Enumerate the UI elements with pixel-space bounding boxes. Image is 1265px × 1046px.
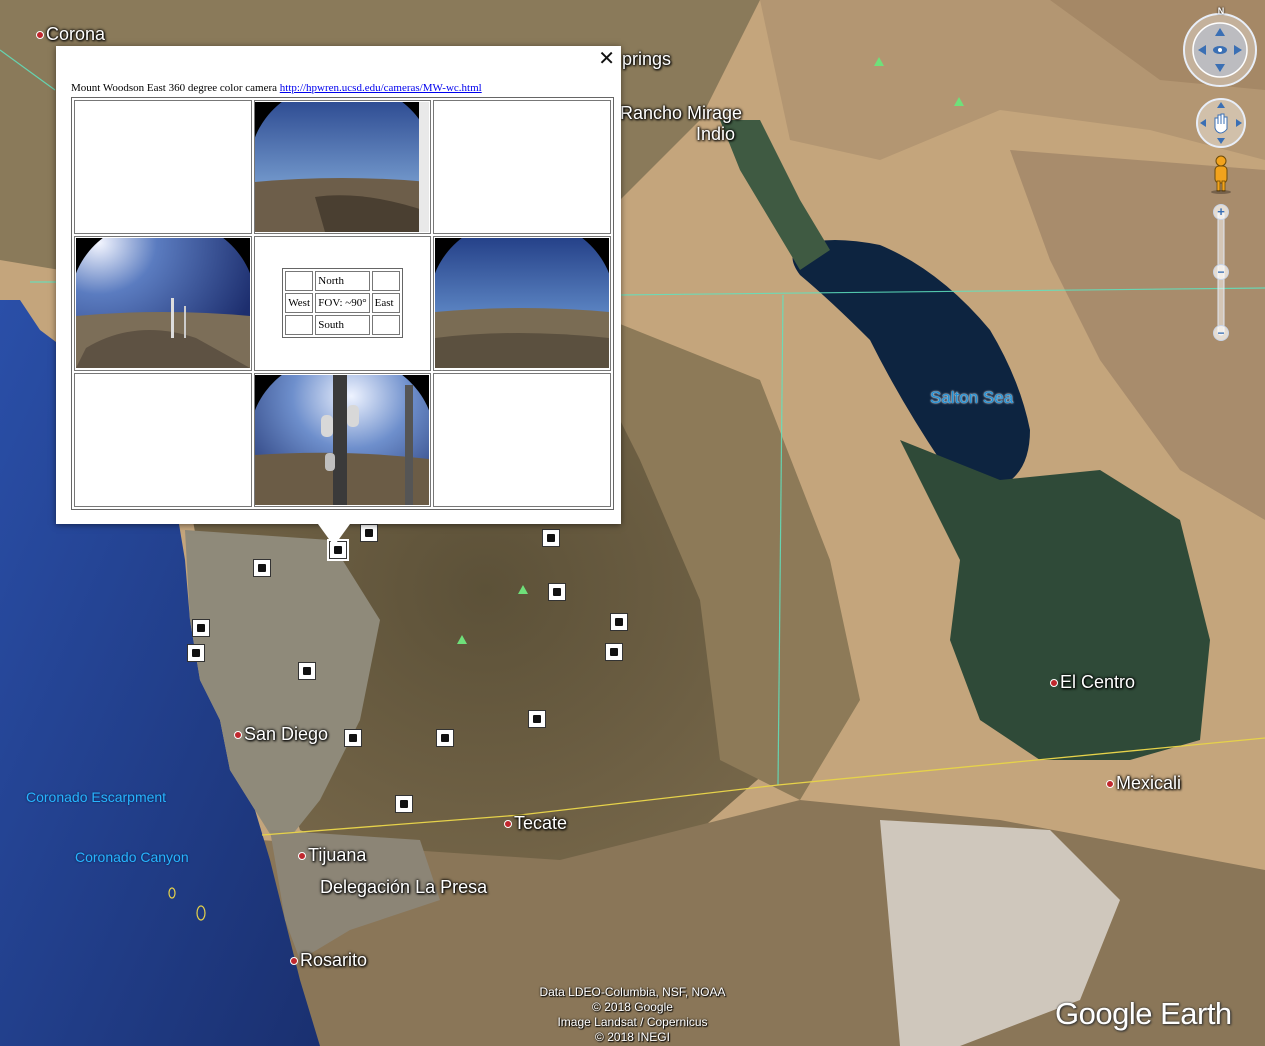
- legend-blank: [371, 271, 400, 292]
- google-earth-logo: Google Earth: [1055, 996, 1232, 1031]
- place-label-springs[interactable]: prings: [622, 50, 671, 68]
- place-pin-icon: [1050, 679, 1058, 688]
- legend-fov: FOV: ~90°: [315, 293, 370, 314]
- zoom-out-button[interactable]: −: [1213, 324, 1229, 342]
- place-name: Rancho Mirage: [620, 103, 743, 123]
- camera-photo-east[interactable]: [435, 238, 610, 369]
- legend-north: North: [315, 271, 370, 292]
- place-pin-icon: [1106, 780, 1114, 789]
- zoom-in-button[interactable]: +: [1213, 203, 1229, 221]
- place-label-san-diego[interactable]: San Diego: [234, 725, 328, 743]
- park-marker-icon[interactable]: [518, 585, 528, 594]
- place-name: El Centro: [1060, 672, 1136, 692]
- place-label-rosarito[interactable]: Rosarito: [290, 951, 367, 969]
- legend-blank: [371, 315, 400, 336]
- photo-west-cell[interactable]: [74, 236, 252, 371]
- direction-legend: North West FOV: ~90° East South: [282, 268, 403, 339]
- camera-photo-west[interactable]: [75, 238, 250, 369]
- park-marker-icon[interactable]: [954, 97, 964, 106]
- camera-marker-icon[interactable]: [610, 613, 628, 631]
- park-marker-icon[interactable]: [874, 57, 884, 66]
- place-name: Salton Sea: [930, 388, 1014, 407]
- place-pin-icon: [36, 31, 44, 40]
- place-name: Indio: [696, 124, 736, 144]
- map-attribution: Data LDEO-Columbia, NSF, NOAA © 2018 Goo…: [520, 985, 745, 1045]
- camera-link[interactable]: http://hpwren.ucsd.edu/cameras/MW-wc.htm…: [280, 82, 482, 94]
- empty-cell: [74, 100, 252, 235]
- place-pin-icon: [234, 731, 242, 740]
- place-label-corona[interactable]: Corona: [36, 25, 105, 43]
- camera-marker-icon[interactable]: [344, 729, 362, 747]
- attribution-line: © 2018 INEGI: [595, 1030, 670, 1044]
- park-marker-icon[interactable]: [457, 635, 467, 644]
- place-name: Coronado Canyon: [75, 849, 189, 865]
- attribution-line: Data LDEO-Columbia, NSF, NOAA: [539, 985, 726, 999]
- popup-caption: Mount Woodson East 360 degree color came…: [71, 82, 482, 94]
- place-label-tecate[interactable]: Tecate: [504, 814, 567, 832]
- place-label-coronado-canyon[interactable]: Coronado Canyon: [75, 850, 189, 864]
- place-label-indio[interactable]: Indio: [696, 125, 735, 143]
- close-icon[interactable]: ✕: [598, 48, 615, 70]
- place-label-rancho-mirage[interactable]: Rancho Mirage: [620, 104, 742, 122]
- place-label-mexicali[interactable]: Mexicali: [1106, 774, 1181, 792]
- camera-info-popup: ✕ Mount Woodson East 360 degree color ca…: [56, 46, 621, 546]
- camera-marker-icon[interactable]: [187, 644, 205, 662]
- attribution-line: © 2018 Google: [592, 1000, 673, 1014]
- place-name: prings: [622, 49, 672, 69]
- legend-blank: [285, 271, 314, 292]
- camera-marker-icon[interactable]: [192, 619, 210, 637]
- place-pin-icon: [290, 957, 298, 966]
- street-view-pegman-icon[interactable]: [1208, 154, 1234, 194]
- camera-marker-icon[interactable]: [253, 559, 271, 577]
- camera-marker-icon[interactable]: [436, 729, 454, 747]
- legend-blank: [285, 315, 314, 336]
- camera-marker-icon[interactable]: [605, 643, 623, 661]
- place-name: Tijuana: [308, 845, 367, 865]
- photo-east-cell[interactable]: [433, 236, 611, 371]
- zoom-slider[interactable]: + − −: [1213, 203, 1229, 343]
- place-name: Rosarito: [300, 950, 368, 970]
- empty-cell: [433, 100, 611, 235]
- legend-west: West: [285, 293, 314, 314]
- place-label-salton-sea[interactable]: Salton Sea: [930, 389, 1013, 406]
- empty-cell: [74, 372, 252, 507]
- place-pin-icon: [298, 852, 306, 861]
- place-name: Tecate: [514, 813, 568, 833]
- camera-photo-south[interactable]: [255, 374, 430, 505]
- camera-marker-icon[interactable]: [395, 795, 413, 813]
- navigation-compass-control[interactable]: [1180, 6, 1260, 90]
- popup-tail: [318, 524, 350, 546]
- place-name: San Diego: [244, 724, 329, 744]
- place-label-la-presa[interactable]: Delegación La Presa: [320, 878, 487, 896]
- camera-photo-north[interactable]: [255, 102, 430, 233]
- camera-marker-icon[interactable]: [548, 583, 566, 601]
- empty-cell: [433, 372, 611, 507]
- zoom-level-handle[interactable]: −: [1213, 263, 1229, 281]
- camera-marker-icon[interactable]: [298, 662, 316, 680]
- north-indicator[interactable]: N: [1214, 6, 1228, 16]
- camera-marker-icon[interactable]: [542, 529, 560, 547]
- legend-south: South: [315, 315, 370, 336]
- photo-south-cell[interactable]: [253, 372, 432, 507]
- place-label-tijuana[interactable]: Tijuana: [298, 846, 366, 864]
- camera-image-grid: North West FOV: ~90° East South: [71, 97, 614, 510]
- place-name: Coronado Escarpment: [26, 789, 167, 805]
- camera-title: Mount Woodson East 360 degree color came…: [71, 82, 278, 94]
- photo-north-cell[interactable]: [253, 100, 432, 235]
- place-label-coronado-escarpment[interactable]: Coronado Escarpment: [26, 790, 166, 804]
- attribution-line: Image Landsat / Copernicus: [557, 1015, 708, 1029]
- camera-marker-icon[interactable]: [528, 710, 546, 728]
- look-around-control[interactable]: [1194, 96, 1248, 150]
- legend-east: East: [371, 293, 400, 314]
- place-pin-icon: [504, 820, 512, 829]
- camera-marker-icon[interactable]: [360, 524, 378, 542]
- direction-legend-cell: North West FOV: ~90° East South: [253, 236, 432, 371]
- place-name: Mexicali: [1116, 773, 1182, 793]
- place-name: Delegación La Presa: [320, 877, 488, 897]
- place-name: Corona: [46, 24, 106, 44]
- place-label-el-centro[interactable]: El Centro: [1050, 673, 1135, 691]
